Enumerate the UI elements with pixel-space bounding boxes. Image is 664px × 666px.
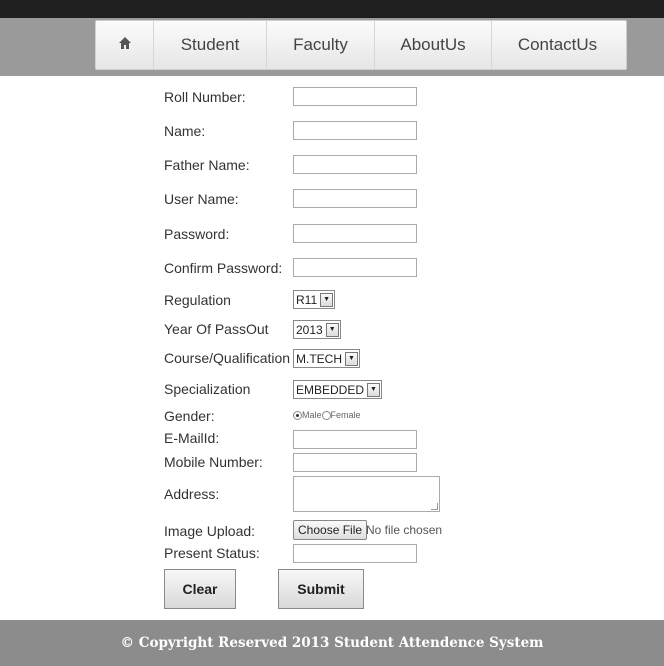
password-input[interactable] — [293, 224, 417, 243]
name-label: Name: — [164, 123, 206, 139]
image-upload-label: Image Upload: — [164, 523, 256, 539]
clear-button[interactable]: Clear — [164, 569, 236, 609]
address-label: Address: — [164, 486, 220, 502]
year-label: Year Of PassOut — [164, 321, 269, 337]
mobile-label: Mobile Number: — [164, 454, 263, 470]
resize-grip-icon[interactable] — [431, 503, 438, 510]
user-name-input[interactable] — [293, 189, 417, 208]
course-select[interactable]: M.TECH ▼ — [293, 349, 360, 368]
course-label: Course/Qualification — [164, 350, 291, 366]
user-name-label: User Name: — [164, 191, 239, 207]
confirm-password-input[interactable] — [293, 258, 417, 277]
gender-radio-group: Male Female — [293, 410, 361, 420]
nav-contactus[interactable]: ContactUs — [491, 21, 623, 69]
main-nav: Student Faculty AboutUs ContactUs — [95, 20, 627, 70]
year-value: 2013 — [296, 322, 323, 337]
home-icon — [118, 35, 132, 55]
gender-female-label: Female — [330, 410, 361, 420]
roll-number-label: Roll Number: — [164, 89, 246, 105]
chevron-down-icon: ▼ — [367, 382, 381, 397]
specialization-select[interactable]: EMBEDDED ▼ — [293, 380, 383, 399]
gender-male-label: Male — [302, 410, 322, 420]
gender-female-radio[interactable] — [321, 410, 331, 420]
year-select[interactable]: 2013 ▼ — [293, 320, 341, 339]
present-status-label: Present Status: — [164, 545, 260, 561]
address-textarea[interactable] — [293, 476, 440, 512]
submit-button[interactable]: Submit — [278, 569, 364, 609]
name-input[interactable] — [293, 121, 417, 140]
nav-aboutus[interactable]: AboutUs — [374, 21, 491, 69]
chevron-down-icon: ▼ — [320, 292, 334, 307]
confirm-password-label: Confirm Password: — [164, 260, 283, 276]
password-label: Password: — [164, 226, 230, 242]
specialization-label: Specialization — [164, 381, 251, 397]
gender-male-radio[interactable] — [293, 410, 302, 420]
regulation-value: R11 — [296, 292, 318, 307]
roll-number-input[interactable] — [293, 87, 417, 106]
choose-file-button[interactable]: Choose File — [293, 520, 368, 540]
course-value: M.TECH — [296, 351, 342, 366]
copyright-text: © Copyright Reserved 2013 Student Attend… — [120, 635, 544, 651]
nav-student[interactable]: Student — [153, 21, 266, 69]
regulation-label: Regulation — [164, 292, 231, 308]
nav-home[interactable] — [96, 21, 153, 69]
regulation-select[interactable]: R11 ▼ — [293, 290, 336, 309]
gender-label: Gender: — [164, 408, 215, 424]
present-status-input[interactable] — [293, 544, 417, 563]
top-bar — [0, 0, 664, 18]
nav-faculty[interactable]: Faculty — [266, 21, 374, 69]
chevron-down-icon: ▼ — [345, 351, 358, 366]
father-name-input[interactable] — [293, 155, 417, 174]
footer: © Copyright Reserved 2013 Student Attend… — [0, 620, 664, 666]
father-name-label: Father Name: — [164, 157, 250, 173]
email-label: E-MailId: — [164, 430, 220, 446]
chevron-down-icon: ▼ — [325, 322, 339, 337]
file-status-text: No file chosen — [366, 523, 443, 537]
specialization-value: EMBEDDED — [296, 382, 365, 397]
mobile-input[interactable] — [293, 453, 417, 472]
email-input[interactable] — [293, 430, 417, 449]
